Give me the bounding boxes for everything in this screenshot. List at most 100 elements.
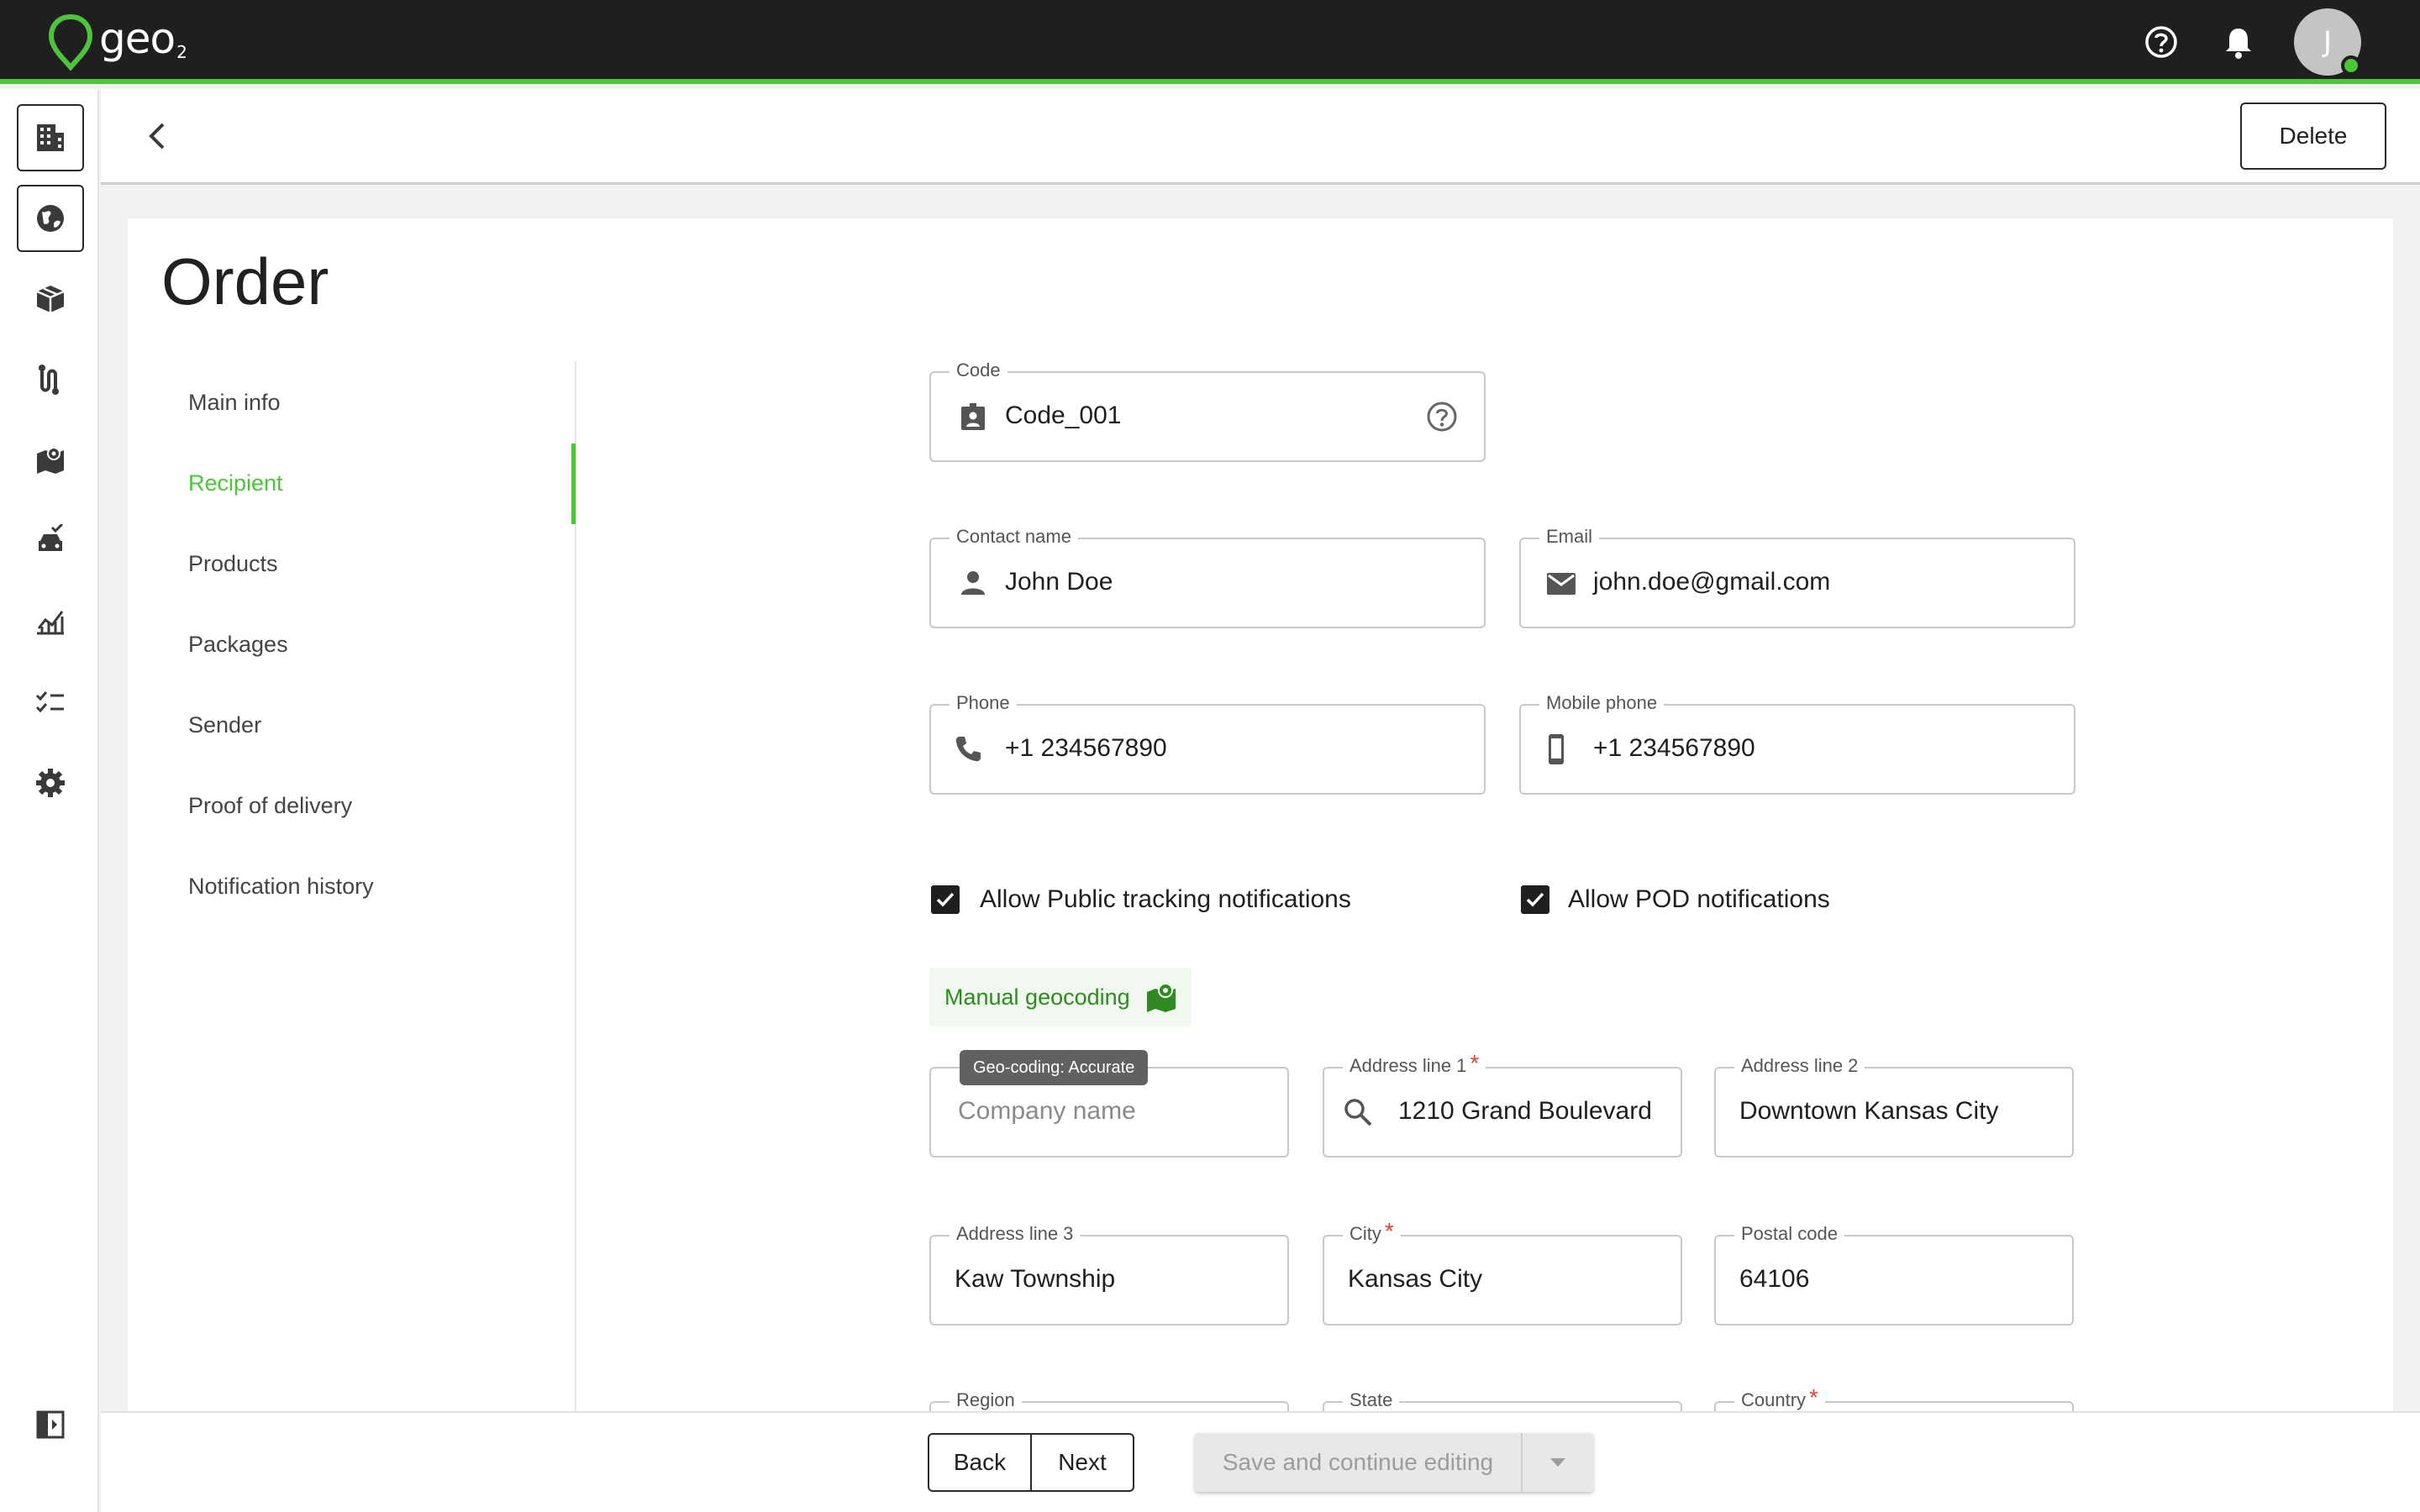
public-tracking-checkbox[interactable] xyxy=(931,885,960,914)
phone-label: Phone xyxy=(950,692,1017,714)
address-line-3-field[interactable]: Address line 3 Kaw Township xyxy=(929,1223,1289,1326)
required-asterisk: * xyxy=(1809,1384,1818,1410)
tab-sender[interactable]: Sender xyxy=(188,712,261,738)
postal-code-label: Postal code xyxy=(1734,1223,1844,1245)
public-tracking-label[interactable]: Allow Public tracking notifications xyxy=(980,885,1351,914)
phone-value: +1 234567890 xyxy=(1005,734,1167,762)
code-value: Code_001 xyxy=(1005,402,1122,429)
delete-button[interactable]: Delete xyxy=(2240,102,2386,170)
map-icon xyxy=(37,447,64,474)
chevron-left-icon xyxy=(149,123,165,150)
route-icon xyxy=(39,365,59,395)
nav-routes[interactable] xyxy=(17,346,84,413)
tab-proof-of-delivery[interactable]: Proof of delivery xyxy=(188,793,352,819)
region-label: Region xyxy=(950,1389,1022,1411)
state-label: State xyxy=(1343,1389,1400,1411)
tab-products[interactable]: Products xyxy=(188,551,278,577)
tab-packages[interactable]: Packages xyxy=(188,632,288,658)
gear-icon xyxy=(36,769,65,797)
back-button[interactable] xyxy=(139,118,176,155)
nav-settings[interactable] xyxy=(17,749,84,816)
postal-code-value: 64106 xyxy=(1739,1265,1810,1293)
nav-vehicles[interactable] xyxy=(17,507,84,575)
logo-subscript: 2 xyxy=(176,42,187,62)
page-title: Order xyxy=(161,244,329,318)
email-field[interactable]: Email john.doe@gmail.com xyxy=(1519,526,2075,628)
phone-field[interactable]: Phone +1 234567890 xyxy=(929,692,1486,795)
logo-text: geo xyxy=(99,14,176,63)
mobile-phone-value: +1 234567890 xyxy=(1593,734,1755,762)
postal-code-field[interactable]: Postal code 64106 xyxy=(1714,1223,2074,1326)
globe-icon xyxy=(37,205,64,232)
nav-analytics[interactable] xyxy=(17,588,84,655)
tab-recipient[interactable]: Recipient xyxy=(188,470,283,496)
active-tab-indicator xyxy=(571,444,576,524)
mail-icon xyxy=(1543,564,1580,601)
nav-buildings[interactable] xyxy=(17,104,84,171)
app-logo[interactable]: geo 2 xyxy=(47,13,187,71)
box-icon xyxy=(36,286,65,312)
code-field[interactable]: Code Code_001 xyxy=(929,360,1486,462)
phone-icon xyxy=(950,731,986,768)
required-asterisk: * xyxy=(1470,1050,1480,1076)
smartphone-icon xyxy=(1538,731,1575,768)
analytics-icon xyxy=(37,611,64,635)
next-step-button[interactable]: Next xyxy=(1030,1435,1133,1490)
tab-main-info[interactable]: Main info xyxy=(188,390,281,416)
city-value: Kansas City xyxy=(1348,1265,1483,1293)
wizard-navigation: Back Next xyxy=(928,1433,1134,1492)
geocoding-status-tooltip: Geo-coding: Accurate xyxy=(960,1050,1149,1085)
bell-icon[interactable] xyxy=(2220,24,2257,60)
contact-name-value: John Doe xyxy=(1005,568,1113,596)
mobile-phone-field[interactable]: Mobile phone +1 234567890 xyxy=(1519,692,2075,795)
required-asterisk: * xyxy=(1384,1218,1394,1244)
page-header xyxy=(101,89,2420,185)
mobile-phone-label: Mobile phone xyxy=(1539,692,1665,714)
badge-icon xyxy=(955,398,992,435)
search-icon xyxy=(1339,1094,1376,1131)
contact-name-field[interactable]: Contact name John Doe xyxy=(929,526,1486,628)
person-icon xyxy=(955,564,992,601)
top-bar xyxy=(0,0,2420,84)
country-label: Country * xyxy=(1734,1386,1825,1411)
collapse-sidebar-icon xyxy=(36,1410,65,1439)
manual-geocoding-button[interactable]: Manual geocoding xyxy=(929,968,1192,1026)
pod-checkbox[interactable] xyxy=(1521,885,1549,914)
save-split-button: Save and continue editing xyxy=(1195,1433,1593,1492)
caret-down-icon xyxy=(1550,1458,1565,1467)
address-line-1-value: 1210 Grand Boulevard xyxy=(1398,1097,1652,1125)
help-circle-icon[interactable] xyxy=(1423,398,1460,435)
email-value: john.doe@gmail.com xyxy=(1593,568,1831,596)
tab-notification-history[interactable]: Notification history xyxy=(188,874,374,900)
pod-label[interactable]: Allow POD notifications xyxy=(1568,885,1830,914)
back-step-button[interactable]: Back xyxy=(929,1435,1030,1490)
email-label: Email xyxy=(1539,526,1600,548)
address-line-2-label: Address line 2 xyxy=(1734,1055,1865,1077)
checkmark-icon xyxy=(1526,892,1544,907)
save-and-continue-button[interactable]: Save and continue editing xyxy=(1195,1433,1521,1492)
nav-map[interactable] xyxy=(17,427,84,494)
building-icon xyxy=(37,124,64,151)
map-pin-icon xyxy=(1146,983,1176,1012)
contact-name-label: Contact name xyxy=(950,526,1078,548)
save-options-dropdown[interactable] xyxy=(1521,1433,1593,1492)
city-field[interactable]: City * Kansas City xyxy=(1323,1220,1682,1326)
collapse-sidebar-button[interactable] xyxy=(17,1391,84,1458)
nav-tasks[interactable] xyxy=(17,669,84,736)
vehicle-icon xyxy=(39,524,64,551)
address-line-3-label: Address line 3 xyxy=(950,1223,1081,1245)
help-icon[interactable] xyxy=(2143,24,2180,60)
address-line-2-value: Downtown Kansas City xyxy=(1739,1097,1999,1125)
address-line-3-value: Kaw Township xyxy=(955,1265,1116,1293)
nav-globe[interactable] xyxy=(17,185,84,252)
checkmark-icon xyxy=(936,892,955,907)
code-label: Code xyxy=(950,360,1007,381)
manual-geocoding-label: Manual geocoding xyxy=(944,984,1130,1010)
address-line-2-field[interactable]: Address line 2 Downtown Kansas City xyxy=(1714,1055,2074,1158)
location-pin-icon xyxy=(48,13,93,71)
city-label: City * xyxy=(1343,1220,1401,1245)
address-line-1-field[interactable]: Address line 1 * 1210 Grand Boulevard xyxy=(1323,1052,1682,1158)
checklist-icon xyxy=(35,691,64,713)
address-line-1-label: Address line 1 * xyxy=(1343,1052,1486,1077)
nav-orders[interactable] xyxy=(17,265,84,333)
